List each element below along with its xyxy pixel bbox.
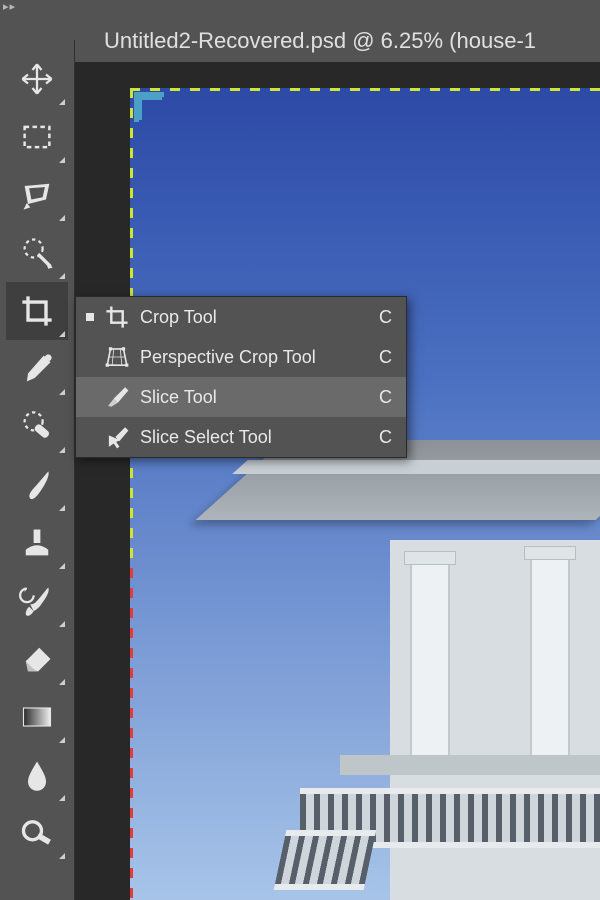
flyout-indicator-icon [59,215,65,221]
eyedropper-icon [19,351,55,387]
flyout-indicator-icon [59,331,65,337]
document-tab-label: Untitled2-Recovered.psd @ 6.25% (house-1 [104,28,536,54]
eraser-icon [19,641,55,677]
flyout-indicator-icon [59,621,65,627]
slice-icon [104,384,130,410]
flyout-indicator-icon [59,99,65,105]
flyout-indicator-icon [59,389,65,395]
dodge-tool[interactable] [6,804,68,862]
flyout-indicator-icon [59,273,65,279]
eyedropper-tool[interactable] [6,340,68,398]
move-tool[interactable] [6,50,68,108]
crop-tool-flyout: Crop Tool C Perspective Crop Tool C Slic… [75,296,407,458]
rectangular-marquee-tool[interactable] [6,108,68,166]
flyout-item-slice-select-tool[interactable]: Slice Select Tool C [76,417,406,457]
clone-stamp-icon [19,525,55,561]
flyout-indicator-icon [59,737,65,743]
flyout-item-slice-tool[interactable]: Slice Tool C [76,377,406,417]
tools-panel [0,40,75,900]
flyout-item-perspective-crop-tool[interactable]: Perspective Crop Tool C [76,337,406,377]
crop-icon [19,293,55,329]
flyout-indicator-icon [59,505,65,511]
flyout-item-shortcut: C [359,427,392,448]
selected-indicator-icon [86,433,94,441]
lasso-tool[interactable] [6,166,68,224]
marquee-icon [19,119,55,155]
flyout-item-crop-tool[interactable]: Crop Tool C [76,297,406,337]
flyout-indicator-icon [59,563,65,569]
selected-indicator-icon [86,393,94,401]
spot-healing-brush-tool[interactable] [6,398,68,456]
document-tab[interactable]: Untitled2-Recovered.psd @ 6.25% (house-1 [80,20,600,62]
healing-brush-icon [19,409,55,445]
move-icon [19,61,55,97]
panel-collapse-toggle[interactable]: ▸▸ [3,0,16,13]
image-content [260,400,600,900]
flyout-item-label: Crop Tool [140,307,349,328]
flyout-item-label: Perspective Crop Tool [140,347,349,368]
flyout-item-shortcut: C [359,347,392,368]
blur-icon [19,757,55,793]
perspective-crop-icon [104,344,130,370]
flyout-item-shortcut: C [359,307,392,328]
crop-tool[interactable] [6,282,68,340]
flyout-indicator-icon [59,795,65,801]
gradient-tool[interactable] [6,688,68,746]
lasso-icon [19,177,55,213]
flyout-item-label: Slice Select Tool [140,427,349,448]
brush-tool[interactable] [6,456,68,514]
document-area [75,62,600,900]
eraser-tool[interactable] [6,630,68,688]
history-brush-icon [19,583,55,619]
selected-indicator-icon [86,353,94,361]
history-brush-tool[interactable] [6,572,68,630]
blur-tool[interactable] [6,746,68,804]
canvas[interactable] [130,88,600,900]
flyout-indicator-icon [59,447,65,453]
flyout-item-shortcut: C [359,387,392,408]
selected-indicator-icon [86,313,94,321]
flyout-item-label: Slice Tool [140,387,349,408]
quick-selection-tool[interactable] [6,224,68,282]
crop-icon [104,304,130,330]
flyout-indicator-icon [59,679,65,685]
gradient-icon [19,699,55,735]
slice-select-icon [104,424,130,450]
flyout-indicator-icon [59,853,65,859]
dodge-icon [19,815,55,851]
quick-selection-icon [19,235,55,271]
clone-stamp-tool[interactable] [6,514,68,572]
brush-icon [19,467,55,503]
flyout-indicator-icon [59,157,65,163]
